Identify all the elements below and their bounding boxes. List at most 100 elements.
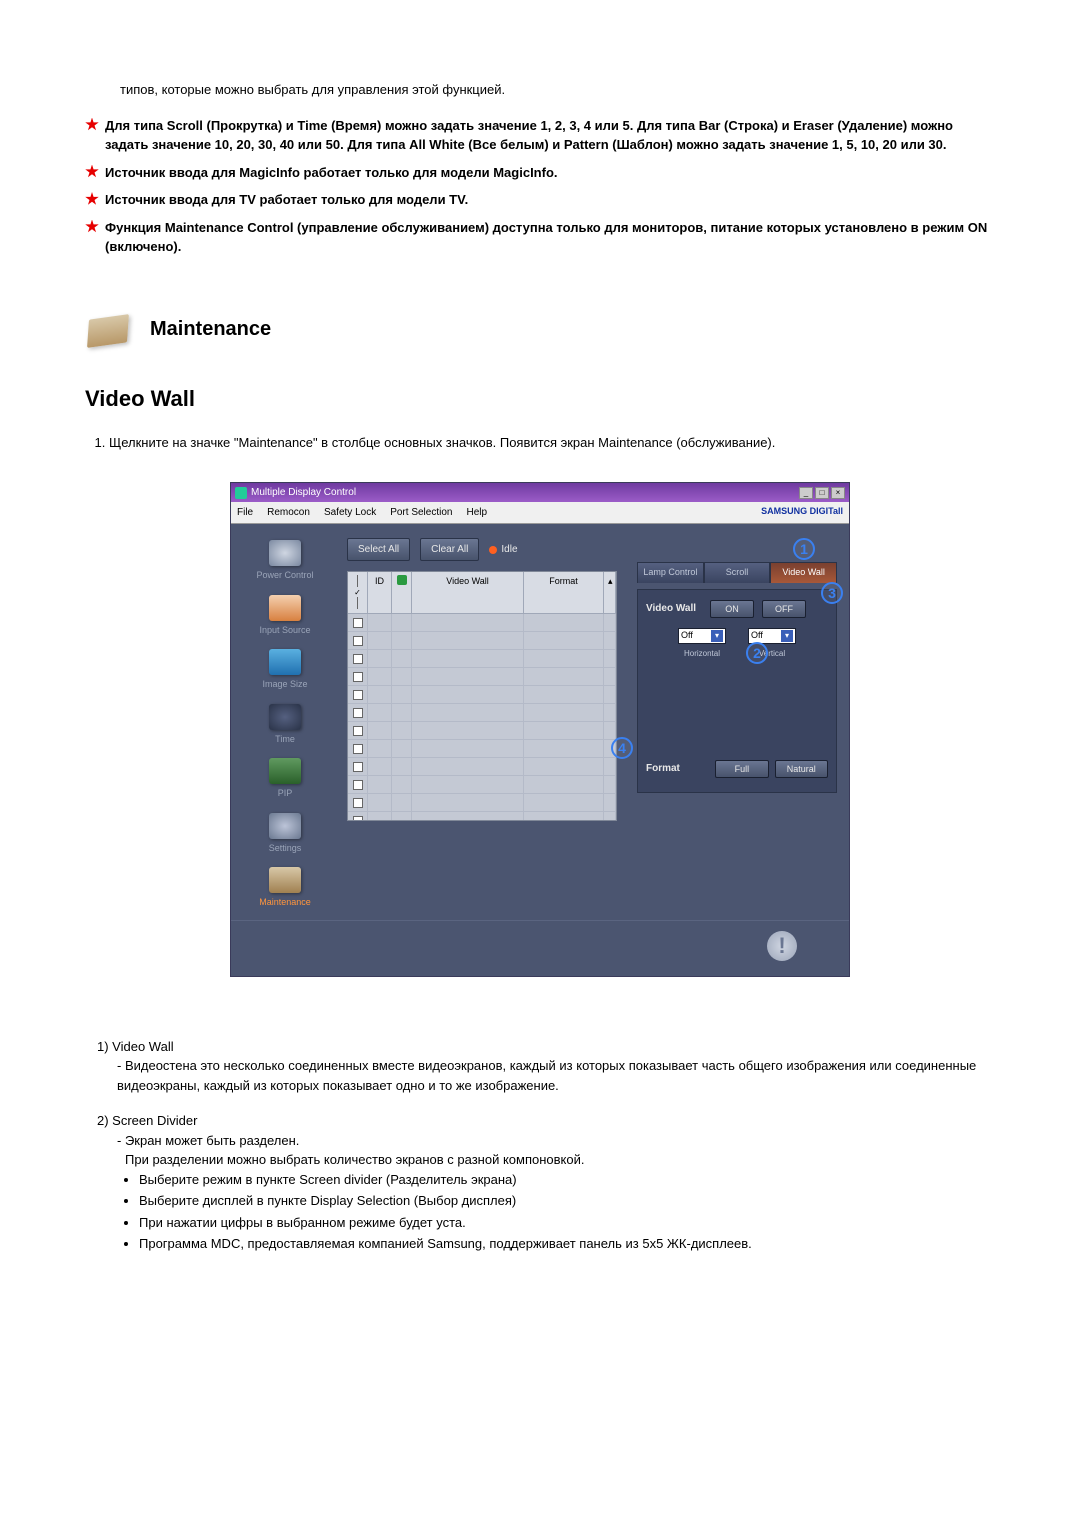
intro-list: Щелкните на значке "Maintenance" в столб… xyxy=(85,433,995,453)
sidebar-item-input-source[interactable]: Input Source xyxy=(259,595,310,638)
menu-file[interactable]: File xyxy=(237,505,253,520)
table-row[interactable] xyxy=(348,794,616,812)
mdc-window: Multiple Display Control _ □ × File Remo… xyxy=(230,482,850,977)
clear-all-button[interactable]: Clear All xyxy=(420,538,479,561)
bottom-description-list: 1) Video Wall - Видеостена это несколько… xyxy=(85,1037,995,1254)
sidebar-item-label: Power Control xyxy=(256,569,313,583)
vertical-value: Off xyxy=(751,629,763,643)
horizontal-value: Off xyxy=(681,629,693,643)
col-check[interactable] xyxy=(348,572,368,613)
app-logo-icon xyxy=(235,487,247,499)
menubar: File Remocon Safety Lock Port Selection … xyxy=(231,502,849,524)
menu-remocon[interactable]: Remocon xyxy=(267,505,310,520)
star-note: Функция Maintenance Control (управление … xyxy=(85,218,995,257)
scroll-up[interactable]: ▴ xyxy=(604,572,616,613)
maximize-button[interactable]: □ xyxy=(815,487,829,499)
chevron-down-icon: ▾ xyxy=(711,630,723,642)
col-video-wall: Video Wall xyxy=(412,572,524,613)
table-row[interactable] xyxy=(348,722,616,740)
table-row[interactable] xyxy=(348,632,616,650)
table-row[interactable] xyxy=(348,614,616,632)
video-wall-heading: Video Wall xyxy=(85,382,995,415)
sidebar-item-label: Settings xyxy=(269,842,302,856)
star-note-list: Для типа Scroll (Прокрутка) и Time (Врем… xyxy=(85,116,995,257)
videowall-label: Video Wall xyxy=(646,601,710,616)
table-row[interactable] xyxy=(348,812,616,820)
callout-4: 4 xyxy=(611,737,633,759)
bottom-item-1: 1) Video Wall - Видеостена это несколько… xyxy=(97,1037,995,1096)
callout-3: 3 xyxy=(821,582,843,604)
video-wall-panel: Video Wall ON OFF Off ▾ Horizontal xyxy=(637,589,837,793)
star-note: Для типа Scroll (Прокрутка) и Time (Врем… xyxy=(85,116,995,155)
table-row[interactable] xyxy=(348,704,616,722)
info-icon[interactable]: ! xyxy=(767,931,797,961)
callout-1: 1 xyxy=(793,538,815,560)
sidebar-item-power-control[interactable]: Power Control xyxy=(256,540,313,583)
table-row[interactable] xyxy=(348,776,616,794)
star-note: Источник ввода для TV работает только дл… xyxy=(85,190,995,210)
list-item: При нажатии цифры в выбранном режиме буд… xyxy=(139,1213,995,1233)
list-item: Программа MDC, предоставляемая компанией… xyxy=(139,1234,995,1254)
input-icon xyxy=(269,595,301,621)
sidebar-item-label: Time xyxy=(275,733,295,747)
top-partial-line: типов, которые можно выбрать для управле… xyxy=(120,80,995,100)
sidebar-item-maintenance[interactable]: Maintenance xyxy=(259,867,311,910)
tab-scroll[interactable]: Scroll xyxy=(704,562,771,583)
footer: ! xyxy=(231,920,849,976)
videowall-on-button[interactable]: ON xyxy=(710,600,754,618)
minimize-button[interactable]: _ xyxy=(799,487,813,499)
sidebar-item-label: Input Source xyxy=(259,624,310,638)
sidebar-item-label: Maintenance xyxy=(259,896,311,910)
bottom-item-1-title: 1) Video Wall xyxy=(97,1037,995,1057)
brand-text: SAMSUNG DIGITall xyxy=(761,505,843,520)
tab-video-wall[interactable]: Video Wall xyxy=(770,562,837,583)
sidebar-item-settings[interactable]: Settings xyxy=(269,813,302,856)
window-title: Multiple Display Control xyxy=(251,485,356,500)
menu-safety-lock[interactable]: Safety Lock xyxy=(324,505,376,520)
col-status-icon xyxy=(392,572,412,613)
table-row[interactable] xyxy=(348,740,616,758)
idle-dot-icon xyxy=(489,546,497,554)
bottom-item-2-line1: - Экран может быть разделен. xyxy=(97,1131,995,1151)
sidebar-item-label: Image Size xyxy=(262,678,307,692)
table-row[interactable] xyxy=(348,650,616,668)
sidebar-item-image-size[interactable]: Image Size xyxy=(262,649,307,692)
settings-icon xyxy=(269,813,301,839)
sidebar-item-time[interactable]: Time xyxy=(269,704,301,747)
table-body xyxy=(348,614,616,820)
titlebar: Multiple Display Control _ □ × xyxy=(231,483,849,502)
format-full-button[interactable]: Full xyxy=(715,760,768,778)
sidebar: Power Control Input Source Image Size Ti… xyxy=(231,524,339,920)
table-row[interactable] xyxy=(348,758,616,776)
list-item: Выберите режим в пункте Screen divider (… xyxy=(139,1170,995,1190)
tab-lamp-control[interactable]: Lamp Control xyxy=(637,562,704,583)
callout-2: 2 xyxy=(746,642,768,664)
table-row[interactable] xyxy=(348,686,616,704)
videowall-off-button[interactable]: OFF xyxy=(762,600,806,618)
close-button[interactable]: × xyxy=(831,487,845,499)
horizontal-select[interactable]: Off ▾ xyxy=(678,628,726,644)
bottom-item-2-title: 2) Screen Divider xyxy=(97,1111,995,1131)
intro-item: Щелкните на значке "Maintenance" в столб… xyxy=(109,433,995,453)
format-natural-button[interactable]: Natural xyxy=(775,760,828,778)
bottom-item-2-bullets: Выберите режим в пункте Screen divider (… xyxy=(97,1170,995,1254)
col-id: ID xyxy=(368,572,392,613)
star-note: Источник ввода для MagicInfo работает то… xyxy=(85,163,995,183)
menu-port-selection[interactable]: Port Selection xyxy=(390,505,452,520)
table-row[interactable] xyxy=(348,668,616,686)
sidebar-item-pip[interactable]: PIP xyxy=(269,758,301,801)
format-label: Format xyxy=(646,761,709,776)
image-size-icon xyxy=(269,649,301,675)
maintenance-heading: Maintenance xyxy=(150,314,271,344)
center-pane: Select All Clear All Idle ID Video Wall … xyxy=(339,524,625,920)
chevron-down-icon: ▾ xyxy=(781,630,793,642)
menu-help[interactable]: Help xyxy=(466,505,487,520)
select-all-button[interactable]: Select All xyxy=(347,538,410,561)
display-table: ID Video Wall Format ▴ xyxy=(347,571,617,821)
idle-status: Idle xyxy=(489,542,517,557)
bottom-item-2-line2: При разделении можно выбрать количество … xyxy=(97,1150,995,1170)
section-heading-row: Maintenance xyxy=(80,307,995,352)
col-format: Format xyxy=(524,572,604,613)
right-panel: 1 2 3 4 Lamp Control Scroll Video Wall V… xyxy=(625,524,849,920)
pip-icon xyxy=(269,758,301,784)
